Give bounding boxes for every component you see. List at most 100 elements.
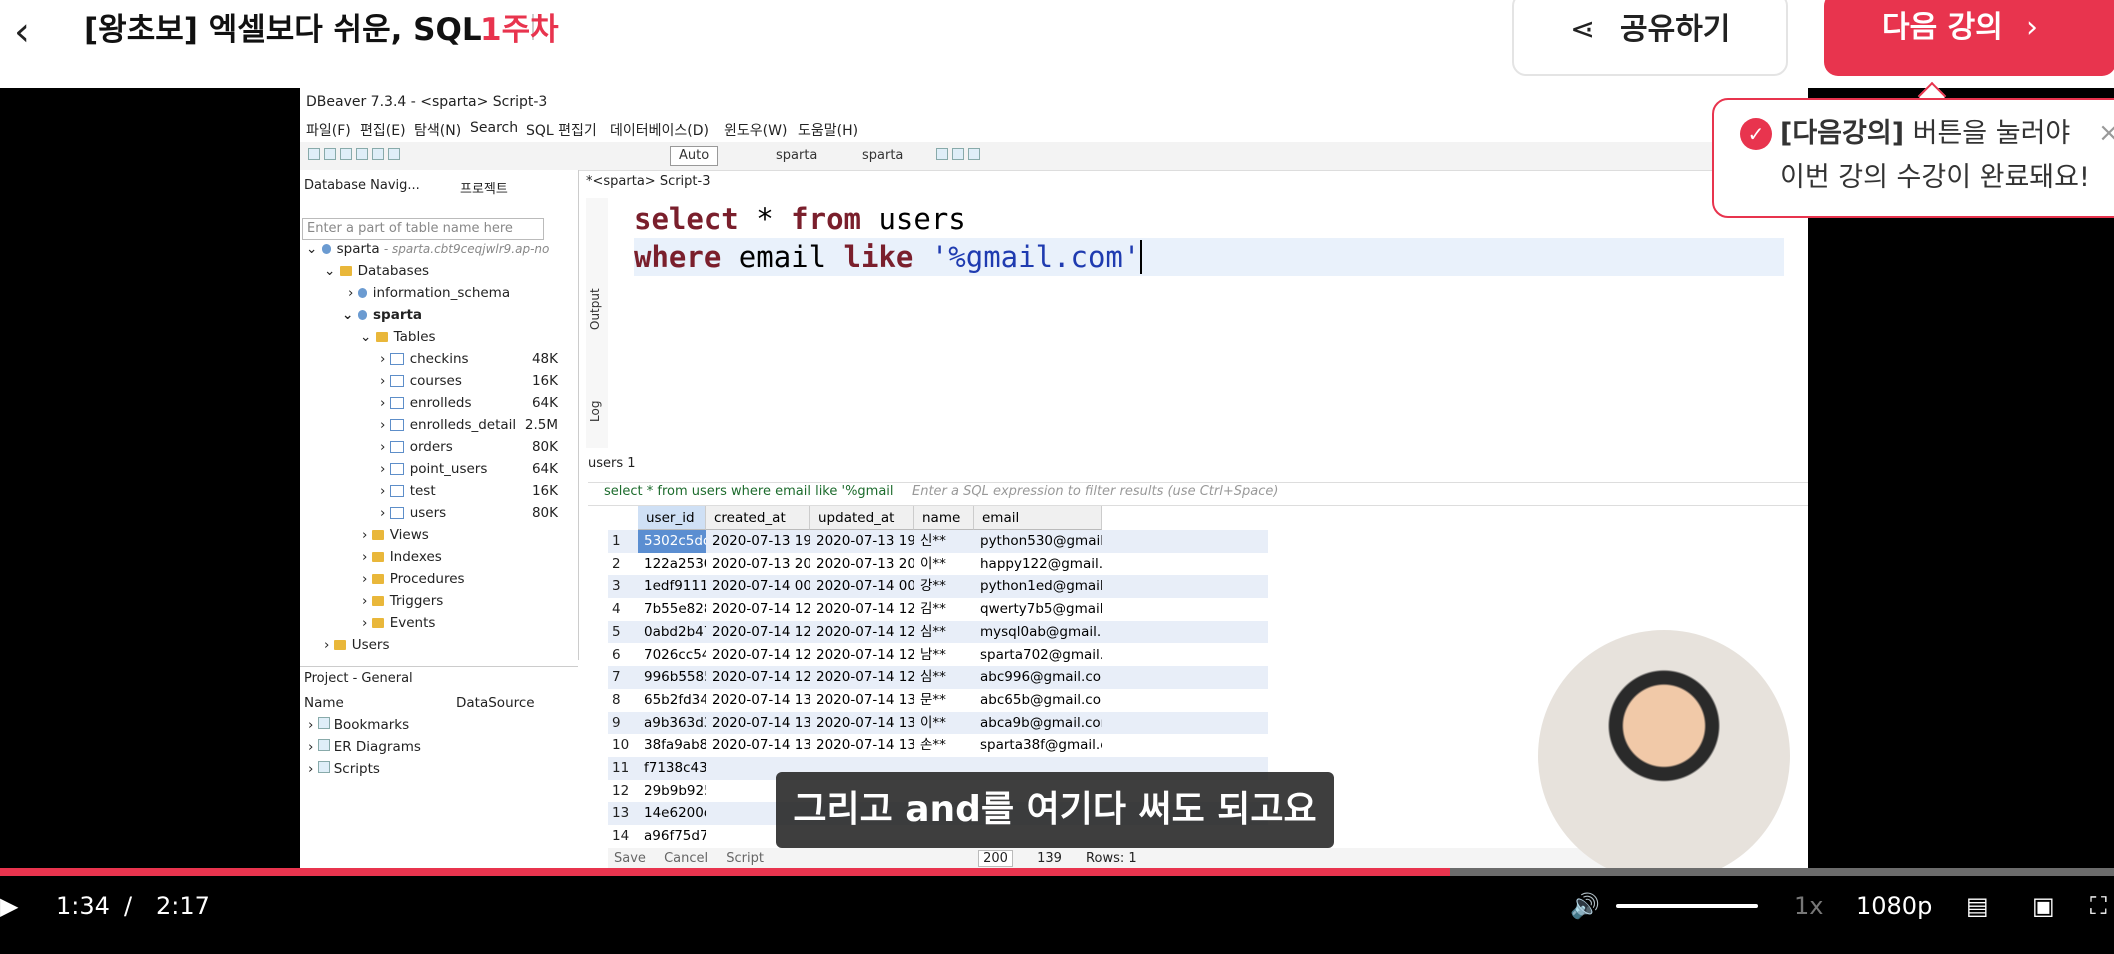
play-icon[interactable]: ▶ [0,888,18,924]
table-cell[interactable]: qwerty7b5@gmail.com [974,598,1102,621]
menu-navigate[interactable]: 탐색(N) [414,120,461,140]
table-cell[interactable]: 7b55e828 [638,598,706,621]
results-tab[interactable]: users 1 [588,456,636,471]
table-cell[interactable]: 2020-07-14 12:49:40 [706,621,810,644]
column-header-updated-at[interactable]: updated_at [810,506,914,530]
table-cell[interactable]: 14e6200d [638,802,706,825]
table-row[interactable]: 9a9b363d32020-07-14 13:11:282020-07-14 1… [608,711,1268,735]
menu-database[interactable]: 데이터베이스(D) [610,120,709,140]
close-icon[interactable]: × [2098,120,2114,146]
column-header-user-id[interactable]: user_id [638,506,706,530]
table-cell[interactable]: python530@gmail.com [974,530,1102,553]
table-cell[interactable]: 7026cc54 [638,644,706,667]
column-header-name[interactable]: name [914,506,974,530]
table-cell[interactable]: abc65b@gmail.com [974,689,1102,712]
tree-connection[interactable]: ⌄ sparta - sparta.cbt9ceqjwlr9.ap-no [306,238,556,260]
table-cell[interactable]: 38fa9ab8 [638,734,706,757]
subtitles-icon[interactable]: ▤ [1966,888,1989,924]
table-cell[interactable]: a9b363d3 [638,712,706,735]
table-cell[interactable]: 996b5585 [638,666,706,689]
menu-sql-editor[interactable]: SQL 편집기 [526,120,597,140]
tree-sparta[interactable]: ⌄ sparta [342,304,422,326]
table-row[interactable]: 1038fa9ab82020-07-14 13:13:432020-07-14 … [608,734,1268,757]
connect-icon[interactable] [308,148,320,160]
project-general-tab[interactable]: Project - General [304,671,413,686]
tree-indexes[interactable]: › Indexes [362,546,442,568]
script-button[interactable]: Script [726,851,764,866]
save-button[interactable]: Save [614,851,646,866]
cancel-button[interactable]: Cancel [664,851,708,866]
table-cell[interactable]: 2020-07-14 12:56:51 [810,644,914,667]
transaction-mode[interactable]: Auto [670,146,719,166]
back-icon[interactable]: ‹ [14,8,54,56]
tree-events[interactable]: › Events [362,612,435,634]
table-cell[interactable]: 남** [914,644,974,667]
project-item[interactable]: › Bookmarks [308,717,409,733]
menu-file[interactable]: 파일(F) [306,120,351,140]
volume-icon[interactable]: 🔊 [1570,888,1600,924]
table-cell[interactable]: abc996@gmail.com [974,666,1102,689]
editor-tab[interactable]: *<sparta> Script-3 [586,174,710,189]
table-cell[interactable]: 신** [914,530,974,553]
settings-icon[interactable] [968,148,980,160]
refresh-icon[interactable] [340,148,352,160]
project-tab[interactable]: 프로젝트 [460,178,508,197]
table-cell[interactable]: sparta38f@gmail.com [974,734,1102,757]
pip-icon[interactable]: ▣ [2032,888,2055,924]
nav-tab[interactable]: Database Navig... [304,178,420,193]
table-row[interactable]: 31edf91112020-07-14 00:26:022020-07-14 0… [608,575,1268,599]
tree-table-item[interactable]: › orders 80K [380,436,558,458]
table-row[interactable]: 67026cc542020-07-14 12:56:512020-07-14 1… [608,644,1268,667]
fetch-size[interactable]: 200 [978,850,1013,867]
output-tab[interactable]: Output [588,288,602,330]
active-datasource[interactable]: sparta [776,148,817,163]
table-cell[interactable]: 2020-07-13 19:27:09 [810,530,914,553]
table-cell[interactable]: 2020-07-14 12:57:55 [706,666,810,689]
filter-input[interactable]: Enter a SQL expression to filter results… [912,484,1278,499]
table-cell[interactable]: 2020-07-14 12:57:55 [810,666,914,689]
table-cell[interactable]: 이** [914,553,974,576]
table-cell[interactable]: a96f75d7 [638,825,706,848]
tree-views[interactable]: › Views [362,524,429,546]
sql-line-1[interactable]: select * from users [634,200,966,238]
table-row[interactable]: 50abd2b472020-07-14 12:49:402020-07-14 1… [608,620,1268,644]
table-cell[interactable]: 2020-07-13 20:11:13 [810,553,914,576]
format-icon[interactable] [952,148,964,160]
table-cell[interactable]: 이** [914,712,974,735]
project-item[interactable]: › Scripts [308,761,380,777]
table-cell[interactable]: happy122@gmail.com [974,553,1102,576]
tree-tables[interactable]: ⌄ Tables [360,326,436,348]
table-cell[interactable]: 122a2530 [638,553,706,576]
column-header-created-at[interactable]: created_at [706,506,810,530]
table-cell[interactable]: 2020-07-13 19:27:09 [706,530,810,553]
table-cell[interactable]: 2020-07-14 12:56:51 [706,644,810,667]
table-cell[interactable]: 2020-07-14 13:10:58 [810,689,914,712]
table-cell[interactable]: 강** [914,575,974,598]
table-cell[interactable]: 2020-07-14 12:42:09 [706,598,810,621]
table-cell[interactable]: 29b9b925 [638,780,706,803]
active-schema[interactable]: sparta [862,148,903,163]
log-tab[interactable]: Log [588,401,602,422]
table-cell[interactable]: 5302c5dc [638,530,706,553]
table-cell[interactable]: 손** [914,734,974,757]
tree-users[interactable]: › Users [324,634,390,656]
table-row[interactable]: 7996b55852020-07-14 12:57:552020-07-14 1… [608,666,1268,689]
playback-speed[interactable]: 1x [1794,888,1823,924]
search-icon[interactable] [936,148,948,160]
table-cell[interactable]: 2020-07-13 20:11:13 [706,553,810,576]
fullscreen-icon[interactable]: ⛶ [2090,888,2107,924]
tree-table-item[interactable]: › test 16K [380,480,558,502]
table-cell[interactable]: 심** [914,666,974,689]
table-cell[interactable]: 심** [914,621,974,644]
rollback-icon[interactable] [388,148,400,160]
volume-slider[interactable] [1616,904,1758,908]
table-cell[interactable]: 0abd2b47 [638,621,706,644]
table-cell[interactable]: f7138c43 [638,757,706,780]
tree-triggers[interactable]: › Triggers [362,590,443,612]
tree-databases[interactable]: ⌄ Databases [324,260,429,282]
quality-selector[interactable]: 1080p [1856,888,1932,924]
menu-window[interactable]: 윈도우(W) [724,120,787,140]
table-row[interactable]: 865b2fd342020-07-14 13:10:582020-07-14 1… [608,689,1268,712]
menu-search[interactable]: Search [470,120,518,136]
table-row[interactable]: 47b55e8282020-07-14 12:42:092020-07-14 1… [608,598,1268,621]
